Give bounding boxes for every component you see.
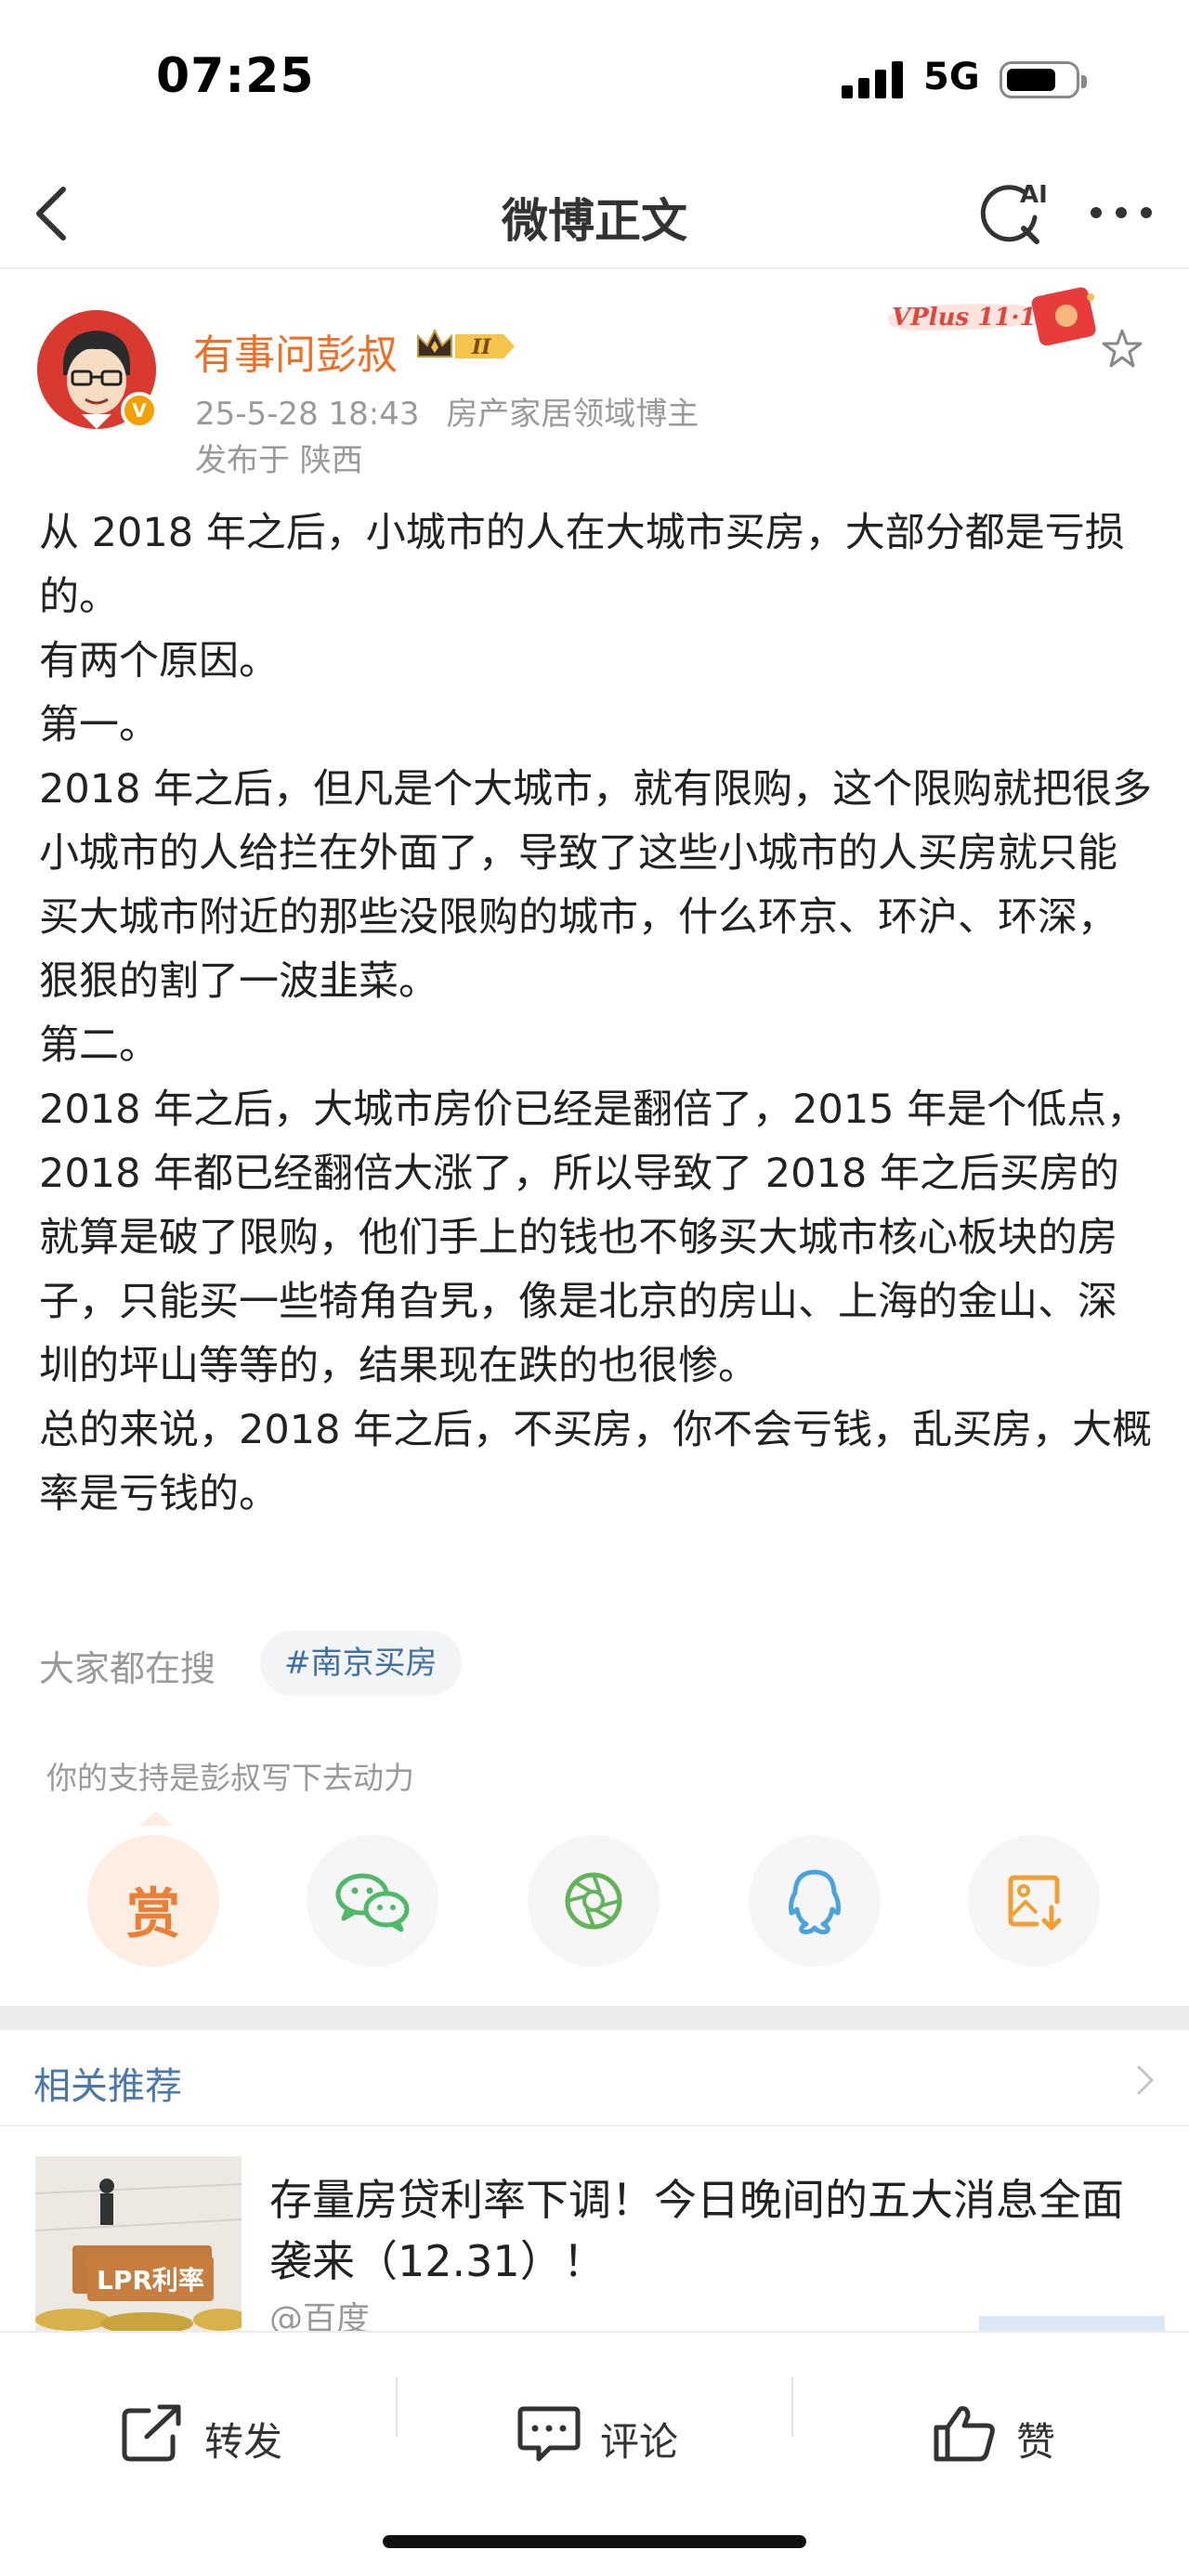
post-location: 发布于 陕西 — [195, 442, 363, 479]
divider — [791, 2377, 793, 2437]
repost-label: 转发 — [204, 2419, 283, 2465]
related-title[interactable]: 相关推荐 — [33, 2056, 182, 2110]
comment-label: 评论 — [600, 2419, 679, 2465]
post-paragraph: 总的来说，2018 年之后，不买房，你不会亏钱，乱买房，大概率是亏钱的。 — [39, 1407, 1153, 1517]
section-divider — [0, 2006, 1189, 2030]
like-label: 赞 — [1016, 2419, 1056, 2465]
thumbnail-image — [35, 2156, 242, 2331]
like-button[interactable]: 赞 — [933, 2398, 1063, 2472]
nav-bar: 微博正文 AI — [0, 158, 1189, 269]
star-icon — [1102, 329, 1143, 368]
vplus-logo-icon: VPlus 11·11 — [887, 287, 1096, 346]
comment-icon — [517, 2406, 581, 2462]
reward-button[interactable]: 赏 — [87, 1835, 219, 1967]
save-image-button[interactable] — [968, 1835, 1100, 1967]
repost-button[interactable]: 转发 — [121, 2398, 288, 2472]
status-time: 07:25 — [156, 48, 315, 104]
signal-icon — [842, 61, 905, 98]
share-moments-button[interactable] — [528, 1835, 660, 1967]
qq-icon — [789, 1869, 841, 1934]
trending-search-label: 大家都在搜 — [39, 1648, 216, 1689]
home-indicator[interactable] — [383, 2535, 806, 2548]
post-paragraph: 有两个原因。 — [39, 638, 279, 684]
share-qq-button[interactable] — [749, 1835, 881, 1967]
svg-text:VPlus 11·11: VPlus 11·11 — [892, 304, 1053, 332]
save-image-icon — [1008, 1875, 1062, 1931]
divider — [396, 2377, 398, 2437]
battery-level — [1007, 69, 1055, 91]
support-text: 你的支持是彭叔写下去动力 — [46, 1760, 414, 1796]
author-name[interactable]: 有事问彭叔 — [193, 321, 398, 381]
svg-text:AI: AI — [1020, 181, 1048, 209]
author-tagline: 房产家居领域博主 — [446, 396, 699, 433]
tooltip-pointer — [139, 1811, 173, 1826]
network-type: 5G — [923, 56, 980, 98]
verified-badge-icon: V — [121, 392, 158, 429]
post-paragraph: 从 2018 年之后，小城市的人在大城市买房，大部分都是亏损的。 — [39, 510, 1125, 620]
chevron-right-icon — [1137, 2065, 1154, 2095]
ai-search-button[interactable]: AI — [975, 175, 1055, 253]
moments-icon — [565, 1872, 622, 1930]
post-paragraph: 第二。 — [39, 1022, 159, 1069]
hashtag-chip[interactable]: #南京买房 — [260, 1631, 462, 1696]
favorite-button[interactable] — [1100, 327, 1144, 371]
wechat-icon — [335, 1873, 410, 1932]
svg-text:II: II — [471, 335, 491, 359]
comment-button[interactable]: 评论 — [516, 2398, 684, 2472]
reward-label: 赏 — [125, 1882, 180, 1945]
related-headline[interactable]: 存量房贷利率下调！今日晚间的五大消息全面袭来（12.31）！ — [269, 2169, 1161, 2292]
post-body: 从 2018 年之后，小城市的人在大城市买房，大部分都是亏损的。 有两个原因。 … — [39, 501, 1154, 1527]
ai-search-icon: AI — [980, 181, 1048, 244]
related-more-button[interactable] — [1133, 2063, 1157, 2097]
post-date: 25-5-28 18:43 — [195, 396, 420, 433]
related-thumbnail[interactable]: LPR利率 — [35, 2156, 242, 2331]
thumbs-up-icon — [934, 2406, 995, 2462]
member-level-badge[interactable]: II — [414, 325, 518, 368]
battery-icon — [1000, 61, 1087, 98]
ellipsis-icon — [1091, 207, 1152, 218]
vplus-promo[interactable]: VPlus 11·11 — [877, 279, 1115, 357]
share-wechat-button[interactable] — [307, 1835, 438, 1967]
more-button[interactable] — [1087, 199, 1156, 227]
repost-icon — [122, 2404, 181, 2462]
post-paragraph: 2018 年之后，大城市房价已经是翻倍了，2015 年是个低点，2018 年都已… — [39, 1086, 1147, 1389]
post-paragraph: 2018 年之后，但凡是个大城市，就有限购，这个限购就把很多小城市的人给拦在外面… — [39, 766, 1153, 1005]
post-meta: 25-5-28 18:43 房产家居领域博主 — [195, 388, 699, 434]
divider — [0, 2125, 1189, 2127]
crown-icon: II — [417, 328, 515, 359]
thumbnail-label: LPR利率 — [87, 2257, 214, 2301]
post-paragraph: 第一。 — [39, 702, 159, 748]
status-bar: 07:25 5G — [0, 0, 1189, 158]
